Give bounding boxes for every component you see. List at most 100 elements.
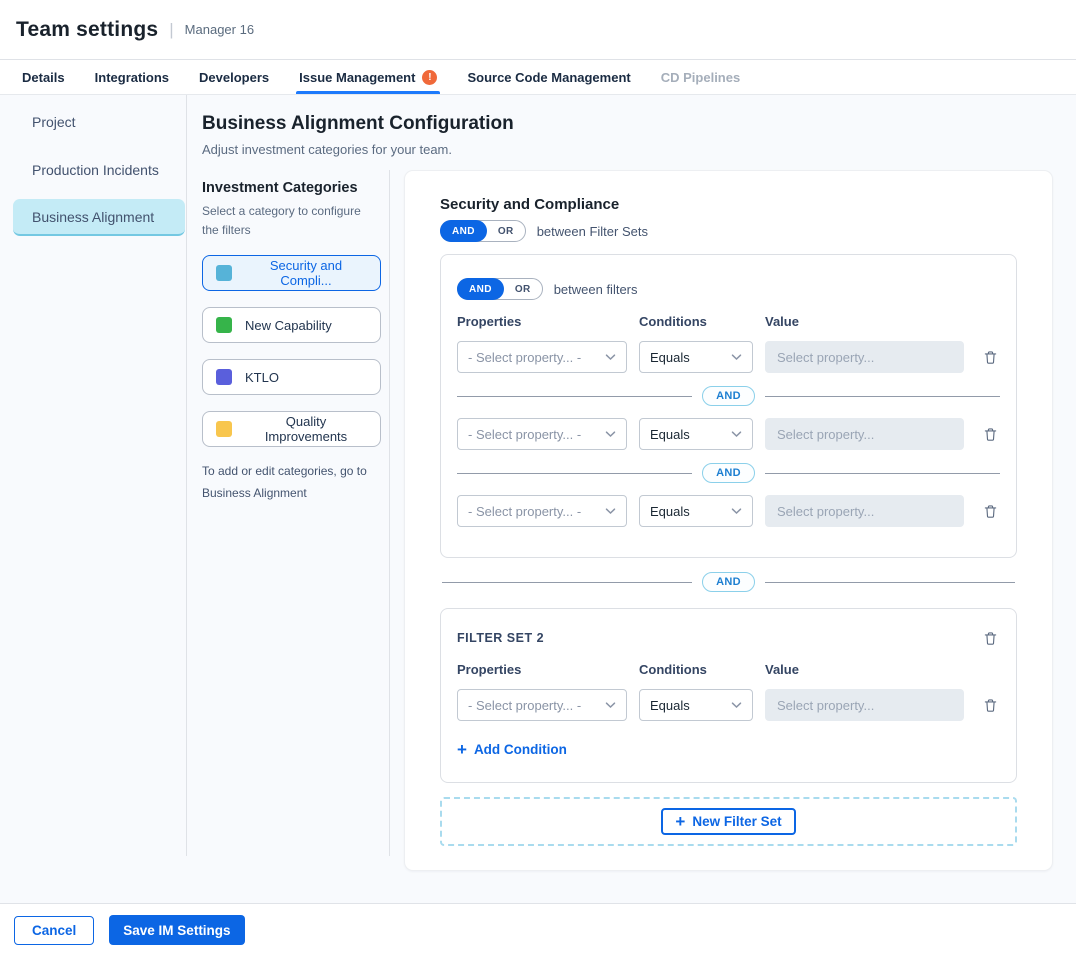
filter-panel-area: Security and Compliance AND OR between F… [390, 170, 1076, 856]
chevron-down-icon [731, 508, 742, 515]
category-label: KTLO [245, 370, 279, 385]
filter-set-2-card: FILTER SET 2 Properties Conditions Value [440, 608, 1017, 783]
filter-set-2-title: FILTER SET 2 [457, 629, 544, 645]
filter-row: - Select property... - Equals Select pro… [457, 341, 1000, 373]
delete-filter-button[interactable] [981, 425, 1000, 444]
filter-panel: Security and Compliance AND OR between F… [405, 171, 1052, 870]
cancel-button[interactable]: Cancel [14, 916, 94, 945]
filter-sets-and-connector: AND [442, 572, 1015, 592]
toggle-or-option[interactable]: OR [487, 226, 525, 237]
tab-integrations[interactable]: Integrations [95, 60, 169, 94]
sidebar-item-production-incidents[interactable]: Production Incidents [0, 151, 186, 188]
page-footer: Cancel Save IM Settings [0, 903, 1076, 956]
category-label: New Capability [245, 318, 332, 333]
and-connector-pill: AND [702, 463, 755, 483]
chevron-down-icon [731, 702, 742, 709]
property-select[interactable]: - Select property... - [457, 495, 627, 527]
filter-column-headers: Properties Conditions Value [457, 662, 1000, 677]
filter-column-headers: Properties Conditions Value [457, 314, 1000, 329]
filters-operator-row: AND OR between filters [457, 278, 1000, 300]
chevron-down-icon [731, 431, 742, 438]
chevron-down-icon [605, 508, 616, 515]
tab-details[interactable]: Details [22, 60, 65, 94]
category-button-security-compliance[interactable]: Security and Compli... [202, 255, 381, 291]
and-connector: AND [457, 386, 1000, 406]
properties-header: Properties [457, 662, 627, 677]
and-or-toggle[interactable]: AND OR [440, 220, 526, 242]
condition-select[interactable]: Equals [639, 341, 753, 373]
category-button-quality-improvements[interactable]: Quality Improvements [202, 411, 381, 447]
plus-icon: + [675, 813, 685, 830]
plus-icon: + [457, 741, 467, 758]
toggle-suffix-label: between filters [554, 282, 638, 297]
delete-filter-set-button[interactable] [981, 629, 1000, 648]
category-config-heading: Security and Compliance [440, 196, 1017, 213]
and-connector: AND [457, 463, 1000, 483]
and-connector-pill: AND [702, 572, 755, 592]
save-im-settings-button[interactable]: Save IM Settings [109, 915, 244, 945]
category-color-swatch [216, 317, 232, 333]
page-title: Team settings [16, 18, 158, 42]
value-input[interactable]: Select property... [765, 418, 964, 450]
properties-header: Properties [457, 314, 627, 329]
categories-heading: Investment Categories [202, 180, 377, 196]
add-condition-button[interactable]: + Add Condition [457, 741, 567, 758]
category-label: Security and Compli... [245, 258, 367, 288]
filter-row: - Select property... - Equals Select pro… [457, 495, 1000, 527]
value-input[interactable]: Select property... [765, 341, 964, 373]
filter-sets-operator-row: AND OR between Filter Sets [440, 220, 1017, 242]
and-connector-pill: AND [702, 386, 755, 406]
trash-icon [983, 631, 998, 646]
sidebar-item-business-alignment[interactable]: Business Alignment [13, 199, 185, 236]
toggle-or-option[interactable]: OR [504, 284, 542, 295]
property-select[interactable]: - Select property... - [457, 418, 627, 450]
and-or-toggle[interactable]: AND OR [457, 278, 543, 300]
property-select[interactable]: - Select property... - [457, 341, 627, 373]
title-divider: | [169, 20, 173, 40]
section-subtitle: Adjust investment categories for your te… [202, 142, 1076, 157]
manager-label: Manager 16 [185, 22, 254, 37]
delete-filter-button[interactable] [981, 502, 1000, 521]
toggle-and-option[interactable]: AND [457, 278, 504, 300]
category-button-ktlo[interactable]: KTLO [202, 359, 381, 395]
category-color-swatch [216, 265, 232, 281]
toggle-and-option[interactable]: AND [440, 220, 487, 242]
filter-row: - Select property... - Equals Select pro… [457, 418, 1000, 450]
content-header: Business Alignment Configuration Adjust … [187, 95, 1076, 157]
delete-filter-button[interactable] [981, 696, 1000, 715]
tab-developers[interactable]: Developers [199, 60, 269, 94]
value-input[interactable]: Select property... [765, 689, 964, 721]
filter-set-1-card: AND OR between filters Properties Condit… [440, 254, 1017, 558]
condition-select[interactable]: Equals [639, 495, 753, 527]
chevron-down-icon [605, 354, 616, 361]
toggle-suffix-label: between Filter Sets [537, 224, 648, 239]
chevron-down-icon [605, 431, 616, 438]
category-button-new-capability[interactable]: New Capability [202, 307, 381, 343]
warning-badge-icon: ! [422, 70, 437, 85]
delete-filter-button[interactable] [981, 348, 1000, 367]
trash-icon [983, 698, 998, 713]
content-area: Business Alignment Configuration Adjust … [187, 95, 1076, 903]
new-filter-set-dropzone: + New Filter Set [440, 797, 1017, 846]
value-input[interactable]: Select property... [765, 495, 964, 527]
trash-icon [983, 350, 998, 365]
tab-issue-management[interactable]: Issue Management ! [299, 60, 437, 94]
page-header: Team settings | Manager 16 [0, 0, 1076, 60]
trash-icon [983, 427, 998, 442]
sidebar-item-project[interactable]: Project [0, 103, 186, 140]
conditions-header: Conditions [639, 662, 753, 677]
new-filter-set-button[interactable]: + New Filter Set [661, 808, 795, 835]
property-select[interactable]: - Select property... - [457, 689, 627, 721]
filter-row: - Select property... - Equals Select pro… [457, 689, 1000, 721]
value-header: Value [765, 662, 964, 677]
settings-tabbar: Details Integrations Developers Issue Ma… [0, 60, 1076, 95]
condition-select[interactable]: Equals [639, 689, 753, 721]
categories-description: Select a category to configure the filte… [202, 202, 367, 239]
value-header: Value [765, 314, 964, 329]
section-title: Business Alignment Configuration [202, 113, 1076, 135]
filter-set-2-header: FILTER SET 2 [457, 629, 1000, 648]
tab-source-code-management[interactable]: Source Code Management [467, 60, 630, 94]
condition-select[interactable]: Equals [639, 418, 753, 450]
chevron-down-icon [731, 354, 742, 361]
category-color-swatch [216, 421, 232, 437]
